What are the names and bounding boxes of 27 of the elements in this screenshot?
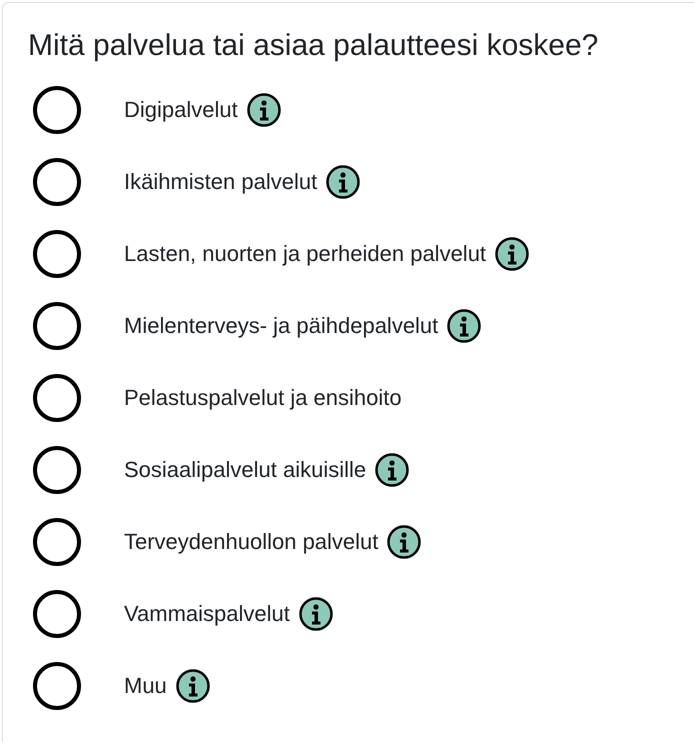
option-label[interactable]: Muu [124,673,167,699]
option-label[interactable]: Sosiaalipalvelut aikuisille [124,457,366,483]
info-icon[interactable] [387,525,422,559]
radio-button[interactable] [33,158,81,206]
radio-button[interactable] [33,662,81,710]
radio-button[interactable] [33,374,81,422]
radio-button[interactable] [33,86,81,134]
radio-button[interactable] [33,590,81,638]
info-icon[interactable] [176,669,210,703]
option-label[interactable]: Terveydenhuollon palvelut [124,529,378,555]
question-title: Mitä palvelua tai asiaa palautteesi koskee? [28,28,600,64]
info-icon[interactable] [326,165,360,199]
info-icon[interactable] [298,597,333,631]
radio-button[interactable] [33,446,81,494]
option-label[interactable]: Pelastuspalvelut ja ensihoito [124,385,402,411]
radio-button[interactable] [33,302,81,350]
option-label[interactable]: Ikäihmisten palvelut [124,169,318,195]
radio-button[interactable] [33,230,81,278]
option-label[interactable]: Digipalvelut [124,97,238,123]
info-icon[interactable] [246,93,281,127]
radio-button[interactable] [33,518,81,566]
option-label[interactable]: Lasten, nuorten ja perheiden palvelut [124,241,486,267]
option-label[interactable]: Vammaispalvelut [124,601,290,627]
info-icon[interactable] [447,309,482,343]
info-icon[interactable] [495,237,530,271]
option-label[interactable]: Mielenterveys- ja päihdepalvelut [124,313,438,339]
info-icon[interactable] [375,453,410,487]
